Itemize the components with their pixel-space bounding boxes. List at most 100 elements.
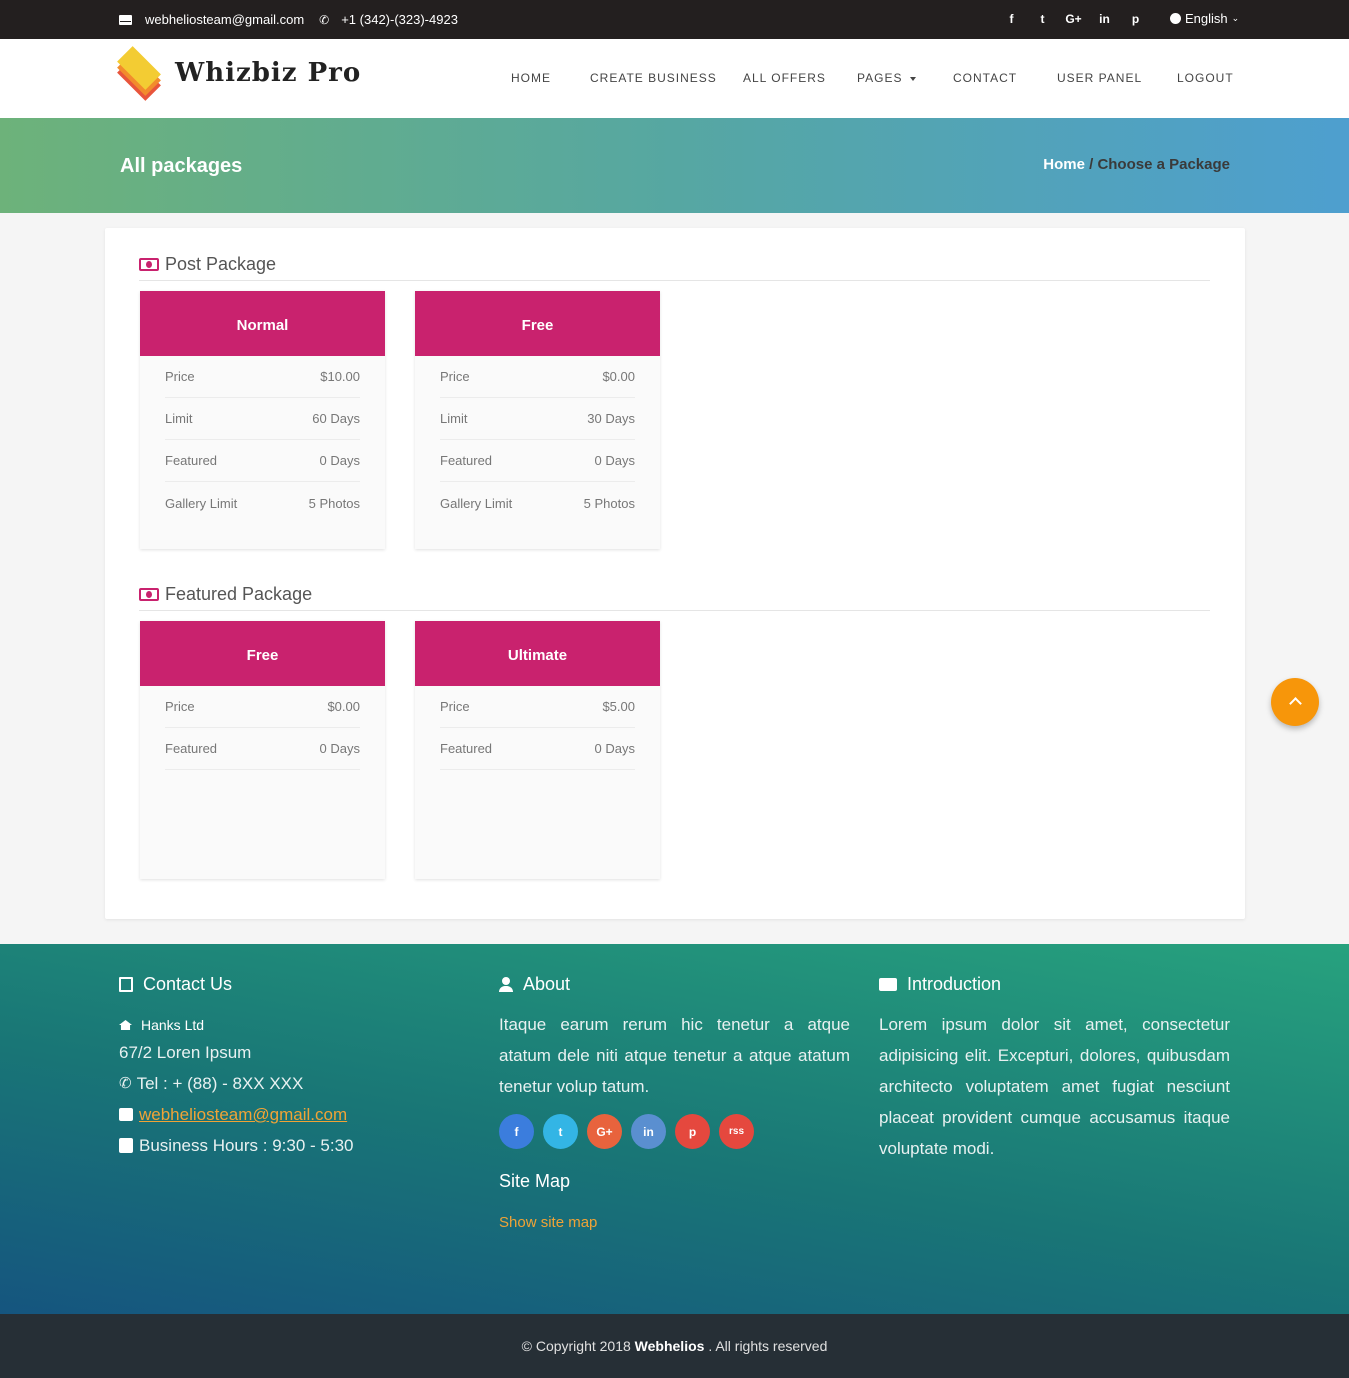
top-bar: webheliosteam@gmail.com ✆ +1 (342)-(323)…	[0, 0, 1349, 39]
package-row: Limit 30 Days	[440, 398, 635, 440]
nav-item-pages[interactable]: PAGES	[857, 71, 917, 85]
row-label: Price	[440, 369, 470, 384]
row-label: Limit	[440, 411, 468, 426]
tel: Tel : + (88) - 8XX XXX	[136, 1074, 304, 1093]
topbar-right: f t G+ in p English ⌄	[996, 11, 1240, 26]
row-value: 0 Days	[594, 741, 635, 756]
footer-contact-title: Contact Us	[143, 974, 233, 994]
package-row: Gallery Limit 5 Photos	[165, 482, 360, 524]
calendar-icon	[119, 1138, 133, 1153]
sitemap-title: Site Map	[499, 1171, 571, 1191]
row-label: Featured	[440, 741, 493, 756]
main-nav: Whizbiz Pro HOME CREATE BUSINESS ALL OFF…	[0, 39, 1349, 118]
home-icon	[119, 1020, 132, 1030]
package-card-normal[interactable]: Normal Price $10.00 Limit 60 Days Featured…	[140, 291, 385, 549]
footer-intro: Introduction Lorem ipsum dolor sit amet,…	[879, 974, 1230, 1164]
scroll-to-top-button[interactable]	[1271, 678, 1319, 726]
facebook-icon[interactable]: f	[499, 1114, 534, 1149]
row-label: Featured	[165, 741, 218, 756]
package-row: Price $0.00	[165, 686, 360, 728]
copyright-suffix: . All rights reserved	[704, 1338, 828, 1354]
about-text: Itaque earum rerum hic tenetur a atque a…	[499, 1015, 850, 1096]
intro-text: Lorem ipsum dolor sit amet, consectetur …	[879, 1015, 1230, 1158]
footer-about-title: About	[523, 974, 571, 994]
package-card-featured-free[interactable]: Free Price $0.00 Featured 0 Days	[140, 621, 385, 879]
envelope-icon	[119, 14, 132, 25]
logo-icon	[111, 46, 169, 101]
footer-about-heading: About	[499, 974, 850, 995]
google-plus-icon[interactable]: G+	[1058, 12, 1089, 26]
footer: Contact Us Hanks Ltd 67/2 Loren Ipsum ✆ …	[0, 944, 1349, 1314]
google-plus-icon[interactable]: G+	[587, 1114, 622, 1149]
twitter-icon[interactable]: t	[1027, 12, 1058, 26]
footer-social-links: f t G+ in p rss	[499, 1114, 850, 1149]
row-value: $0.00	[327, 699, 360, 714]
package-name: Free	[415, 291, 660, 356]
nav-item-contact[interactable]: CONTACT	[953, 71, 1017, 85]
row-label: Limit	[165, 411, 193, 426]
language-selector[interactable]: English ⌄	[1170, 11, 1239, 26]
pinterest-icon[interactable]: p	[1120, 12, 1151, 26]
linkedin-icon[interactable]: in	[1089, 12, 1120, 26]
nav-item-user-panel[interactable]: USER PANEL	[1057, 71, 1142, 85]
hours-line: Business Hours : 9:30 - 5:30	[119, 1130, 459, 1161]
package-row: Featured 0 Days	[165, 728, 360, 770]
featured-package-heading: Featured Package	[139, 584, 312, 605]
nav-item-create-business[interactable]: CREATE BUSINESS	[590, 71, 717, 85]
globe-icon	[1170, 13, 1181, 24]
row-label: Gallery Limit	[165, 495, 238, 511]
footer-email-link[interactable]: webheliosteam@gmail.com	[139, 1099, 347, 1130]
language-label: English	[1185, 11, 1228, 26]
pinterest-icon[interactable]: p	[675, 1114, 710, 1149]
user-icon	[499, 977, 513, 992]
nav-item-logout[interactable]: LOGOUT	[1177, 71, 1234, 85]
page-title: All packages	[120, 155, 243, 177]
rss-icon[interactable]: rss	[719, 1114, 754, 1149]
topbar-email[interactable]: webheliosteam@gmail.com	[145, 12, 304, 27]
tel-line: ✆ Tel : + (88) - 8XX XXX	[119, 1068, 459, 1099]
package-row: Price $10.00	[165, 356, 360, 398]
package-row: Featured 0 Days	[165, 440, 360, 482]
package-name: Normal	[140, 291, 385, 356]
nav-item-all-offers[interactable]: ALL OFFERS	[743, 71, 826, 85]
packages-card: Post Package Normal Price $10.00 Limit 60 …	[105, 228, 1245, 919]
company-name: Hanks Ltd	[141, 1017, 205, 1033]
featured-package-title: Featured Package	[165, 584, 313, 604]
copyright-prefix: © Copyright 2018	[521, 1338, 635, 1354]
breadcrumb-current: Choose a Package	[1097, 156, 1230, 173]
copyright-bar: © Copyright 2018 Webhelios . All rights …	[0, 1314, 1349, 1378]
footer-intro-title: Introduction	[907, 974, 1002, 994]
breadcrumb: Home / Choose a Package	[1043, 156, 1230, 173]
copyright-brand[interactable]: Webhelios	[635, 1338, 705, 1354]
company-line: Hanks Ltd	[119, 1017, 459, 1033]
row-value: 30 Days	[587, 411, 635, 426]
nav-item-home[interactable]: HOME	[511, 71, 551, 85]
section-divider	[139, 280, 1210, 281]
logo[interactable]: Whizbiz Pro	[111, 46, 361, 101]
footer-about: About Itaque earum rerum hic tenetur a a…	[499, 974, 850, 1231]
breadcrumb-separator: /	[1084, 156, 1098, 173]
row-label: Price	[440, 699, 470, 714]
phone-icon: ✆	[119, 1075, 132, 1092]
package-card-ultimate[interactable]: Ultimate Price $5.00 Featured 0 Days	[415, 621, 660, 879]
twitter-icon[interactable]: t	[543, 1114, 578, 1149]
address: 67/2 Loren Ipsum	[119, 1043, 252, 1062]
row-value: 0 Days	[319, 453, 360, 468]
row-value: $0.00	[602, 369, 635, 384]
row-label: Price	[165, 369, 195, 384]
nav-item-pages-label: PAGES	[857, 71, 903, 85]
footer-contact-heading: Contact Us	[119, 974, 459, 995]
topbar-phone[interactable]: +1 (342)-(323)-4923	[341, 12, 458, 27]
package-card-free[interactable]: Free Price $0.00 Limit 30 Days Featured 0 D…	[415, 291, 660, 549]
package-row: Price $0.00	[440, 356, 635, 398]
facebook-icon[interactable]: f	[996, 12, 1027, 26]
business-hours: Business Hours : 9:30 - 5:30	[139, 1136, 354, 1155]
package-row: Gallery Limit 5 Photos	[440, 482, 635, 524]
linkedin-icon[interactable]: in	[631, 1114, 666, 1149]
row-value: 0 Days	[319, 741, 360, 756]
breadcrumb-home[interactable]: Home	[1043, 156, 1085, 173]
sitemap-link[interactable]: Show site map	[499, 1214, 850, 1231]
briefcase-icon	[879, 978, 897, 991]
package-name: Free	[140, 621, 385, 686]
section-divider	[139, 610, 1210, 611]
